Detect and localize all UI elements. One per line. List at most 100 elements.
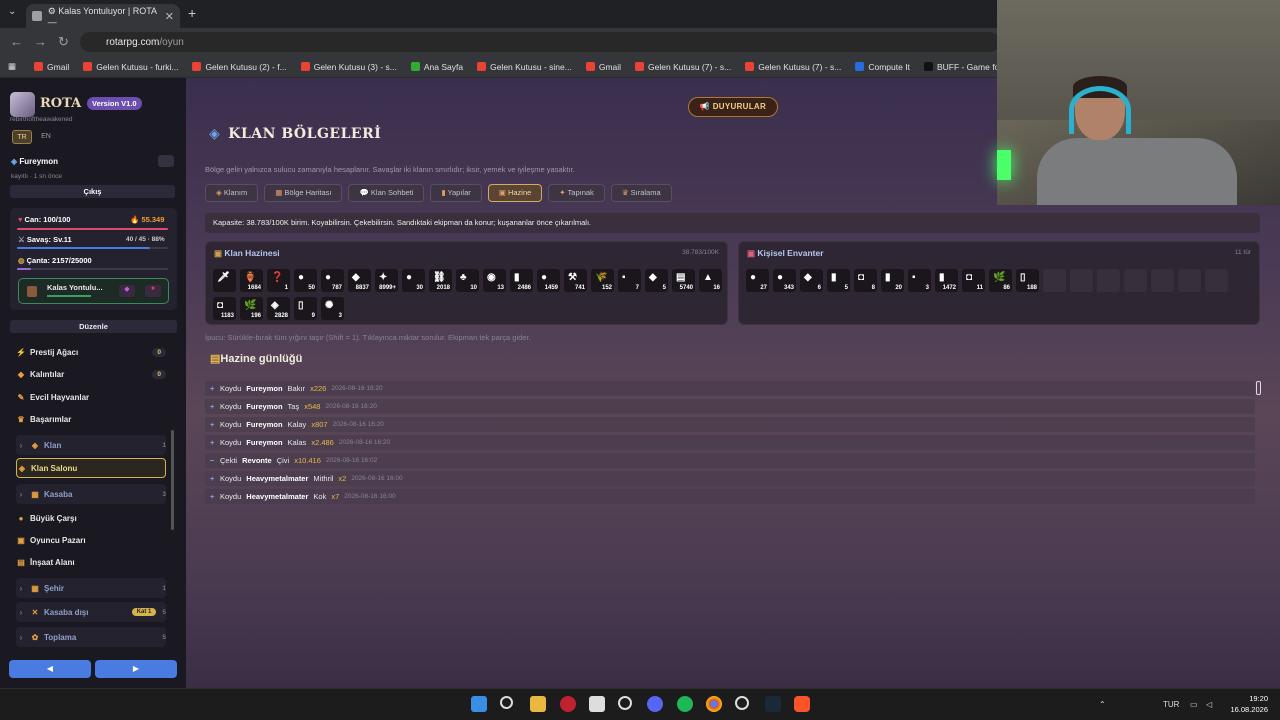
item-slot[interactable]: ▮ 20 [881,269,904,292]
steam-icon[interactable] [765,696,781,712]
logout-button[interactable]: Çıkış [10,185,175,198]
empty-slot[interactable] [1097,269,1120,292]
volume-icon[interactable]: ◁ [1206,700,1212,709]
item-slot[interactable]: ● 50 [294,269,317,292]
job-stop-icon[interactable]: ● [145,285,161,297]
item-slot[interactable]: ▮ 5 [827,269,850,292]
item-slot[interactable]: 🗡 [213,269,236,292]
empty-slot[interactable] [1151,269,1174,292]
item-slot[interactable]: 🌿 196 [240,297,263,320]
item-slot[interactable]: ▤ 5740 [672,269,695,292]
item-slot[interactable]: ● 27 [746,269,769,292]
start-icon[interactable] [471,696,487,712]
item-slot[interactable]: 🌾 152 [591,269,614,292]
item-slot[interactable]: ◆ 8837 [348,269,371,292]
item-slot[interactable]: ▲ 16 [699,269,722,292]
sidebar-item[interactable]: ♛ Başarımlar [16,409,166,429]
bookmark-item[interactable]: Gelen Kutusu - furki... [83,62,178,72]
clock[interactable]: 19:20 16.08.2026 [1230,693,1268,715]
item-slot[interactable]: ◆ 5 [645,269,668,292]
item-slot[interactable]: ▯ 9 [294,297,317,320]
item-slot[interactable]: ▪ 7 [618,269,641,292]
item-slot[interactable]: ♣ 10 [456,269,479,292]
empty-slot[interactable] [1178,269,1201,292]
tab-klan-sohbeti[interactable]: 💬 Klan Sohbeti [348,184,425,202]
bookmark-item[interactable]: Gelen Kutusu (7) - s... [635,62,731,72]
browser-tab[interactable]: ⚙ Kalas Yontuluyor | ROTA — ✕ [26,4,180,28]
network-icon[interactable]: ▭ [1190,700,1198,709]
store-icon[interactable] [589,696,605,712]
tab-hazine[interactable]: ▣ Hazine [487,184,543,202]
item-slot[interactable]: ◘ 8 [854,269,877,292]
item-slot[interactable]: ✦ 8999+ [375,269,398,292]
chrome-icon[interactable] [706,696,722,712]
new-tab-icon[interactable]: + [188,5,196,21]
tab-yapılar[interactable]: ▮ Yapılar [430,184,482,202]
empty-slot[interactable] [1070,269,1093,292]
spotify-icon[interactable] [677,696,693,712]
input-language[interactable]: TUR [1163,700,1179,709]
item-slot[interactable]: 🏺 1684 [240,269,263,292]
next-button[interactable]: ▶ [95,660,177,678]
sidebar-item[interactable]: ⚡ Prestij Ağacı 0 [16,342,166,362]
job-boost-icon[interactable]: ◆ [119,285,135,297]
message-icon[interactable] [158,155,174,167]
item-slot[interactable]: ◆ 6 [800,269,823,292]
bookmark-item[interactable]: Gmail [34,62,69,72]
forward-icon[interactable]: → [34,34,47,49]
lang-tr-button[interactable]: TR [12,130,32,144]
sidebar-item[interactable]: ▣ Oyuncu Pazarı [16,530,166,550]
bookmark-item[interactable]: Gelen Kutusu (3) - s... [300,62,397,72]
item-slot[interactable]: ✺ 3 [321,297,344,320]
tab-tapınak[interactable]: ✦ Tapınak [548,184,605,202]
tab-sıralama[interactable]: ♛ Sıralama [610,184,672,202]
item-slot[interactable]: ◈ 2828 [267,297,290,320]
edit-button[interactable]: Düzenle [10,320,177,333]
sidebar-group-item[interactable]: › ▦ Kasaba 3 [16,484,166,504]
tool-icon[interactable] [735,696,749,710]
item-slot[interactable]: ◘ 1183 [213,297,236,320]
item-slot[interactable]: ● 787 [321,269,344,292]
sidebar-group-item[interactable]: › ▦ Şehir 1 [16,578,166,598]
item-slot[interactable]: ▯ 188 [1016,269,1039,292]
url-field[interactable]: rotarpg.com/oyun [80,32,1000,52]
search-icon[interactable] [500,696,513,709]
settings-icon[interactable] [618,696,632,710]
sidebar-item[interactable]: ▤ İnşaat Alanı [16,552,166,572]
empty-slot[interactable] [1043,269,1066,292]
log-scrollbar[interactable] [1256,381,1261,395]
item-slot[interactable]: ⛓ 2018 [429,269,452,292]
sidebar-item[interactable]: ✎ Evcil Hayvanlar [16,387,166,407]
tab-klanım[interactable]: ◈ Klanım [205,184,259,202]
close-tab-icon[interactable]: ✕ [165,10,174,23]
bookmark-item[interactable]: Gelen Kutusu - sine... [477,62,572,72]
item-slot[interactable]: ◘ 11 [962,269,985,292]
item-slot[interactable]: 🌿 86 [989,269,1012,292]
tab-search-icon[interactable]: ⌄ [8,6,16,17]
brave-icon[interactable] [794,696,810,712]
bookmark-item[interactable]: Ana Sayfa [410,62,463,72]
bookmark-item[interactable]: Compute It [855,62,910,72]
back-icon[interactable]: ← [10,34,23,49]
sidebar-scrollbar[interactable] [171,430,174,530]
tab-bölge-haritası[interactable]: ▦ Bölge Haritası [264,184,343,202]
discord-icon[interactable] [647,696,663,712]
item-slot[interactable]: ● 343 [773,269,796,292]
item-slot[interactable]: ▮ 2486 [510,269,533,292]
lang-en-button[interactable]: EN [36,130,56,144]
item-slot[interactable]: ▪ 3 [908,269,931,292]
item-slot[interactable]: ● 30 [402,269,425,292]
apps-icon[interactable]: ▦ [8,61,16,72]
sidebar-group-item[interactable]: › ✕ Kasaba dışı Kat 1 5 [16,602,166,622]
file-explorer-icon[interactable] [530,696,546,712]
app-icon[interactable] [560,696,576,712]
item-slot[interactable]: ⚒ 741 [564,269,587,292]
item-slot[interactable]: ◉ 13 [483,269,506,292]
sidebar-item[interactable]: ◆ Kalıntılar 0 [16,364,166,384]
current-job-chip[interactable]: Kalas Yontulu... ◆ ● [18,278,169,304]
empty-slot[interactable] [1124,269,1147,292]
tray-chevron-icon[interactable]: ⌃ [1099,700,1106,709]
item-slot[interactable]: ❓ 1 [267,269,290,292]
bookmark-item[interactable]: Gmail [585,62,621,72]
bookmark-item[interactable]: Gelen Kutusu (7) - s... [745,62,841,72]
